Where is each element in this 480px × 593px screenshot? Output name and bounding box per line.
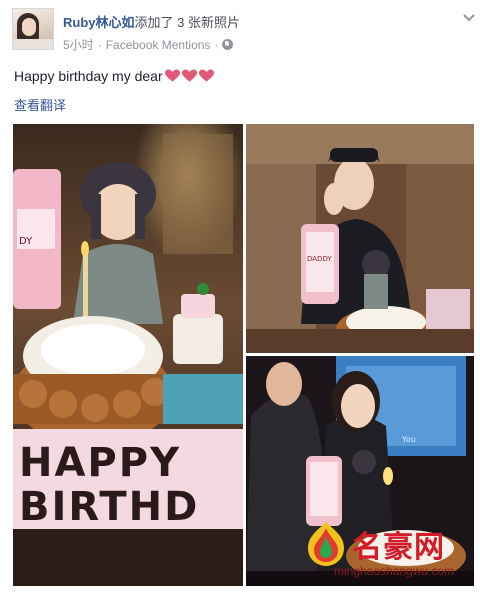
banner-text-happy: HAPPY [19, 440, 181, 486]
author-name[interactable]: Ruby林心如 [63, 15, 135, 30]
watermark-title: 名豪网 [352, 530, 445, 565]
sign-text: DY [19, 236, 33, 247]
watermark-logo-icon [308, 522, 344, 566]
author-avatar[interactable] [12, 8, 54, 50]
facebook-post: Ruby林心如添加了 3 张新照片 5小时 · Facebook Mention… [0, 0, 480, 593]
meta-separator: · [97, 37, 102, 52]
heart-icon [181, 69, 197, 82]
heart-icon [198, 69, 214, 82]
post-message: Happy birthday my dear [14, 68, 214, 84]
post-meta: 5小时 · Facebook Mentions · [63, 36, 234, 53]
watermark-url: minghaoshangwu.com [334, 564, 455, 578]
heart-emojis [164, 69, 214, 83]
photo-man-with-cake[interactable]: DADDY [246, 124, 474, 353]
post-header: Ruby林心如添加了 3 张新照片 [63, 12, 240, 31]
see-translation-link[interactable]: 查看翻译 [14, 95, 66, 114]
meta-separator: · [214, 37, 219, 52]
post-message-text: Happy birthday my dear [14, 68, 163, 84]
heart-icon [164, 69, 180, 82]
watermark: 名豪网 minghaoshangwu.com [300, 518, 476, 590]
chevron-down-icon[interactable] [463, 12, 475, 24]
globe-icon[interactable] [222, 39, 234, 50]
cake-photo-image: HAPPY BIRTHD DY [13, 124, 243, 586]
post-action-text: 添加了 3 张新照片 [134, 15, 240, 30]
screen-text: You [401, 435, 416, 444]
photo-cake[interactable]: HAPPY BIRTHD DY [13, 124, 243, 586]
daddy-sign-text: DADDY [307, 255, 332, 263]
man-photo-image: DADDY [246, 124, 474, 353]
post-timestamp[interactable]: 5小时 [63, 36, 94, 53]
banner-text-birthday: BIRTHD [19, 484, 199, 530]
post-source[interactable]: Facebook Mentions [106, 38, 211, 52]
